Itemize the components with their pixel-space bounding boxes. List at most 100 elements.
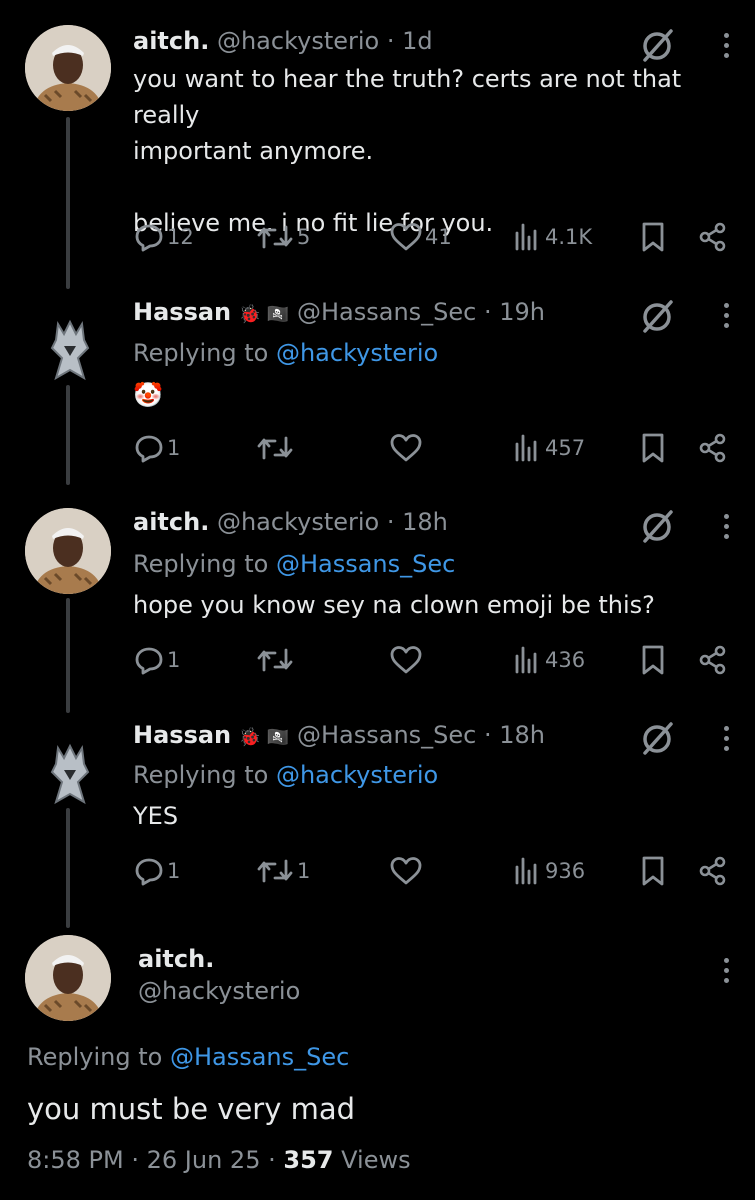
replying-label: Replying to [133, 550, 269, 578]
reply-button[interactable]: 1 [133, 853, 180, 889]
tweet-time[interactable]: · 1d [387, 27, 433, 55]
more-icon[interactable] [718, 955, 734, 983]
reply-count: 1 [167, 859, 181, 883]
bookmark-button[interactable] [639, 219, 667, 255]
avatar[interactable] [25, 25, 111, 111]
author-handle[interactable]: @Hassans_Sec [297, 721, 476, 749]
mention-link[interactable]: @Hassans_Sec [276, 550, 455, 578]
repost-button[interactable]: 5 [255, 219, 310, 255]
views-count: 457 [545, 436, 586, 460]
mention-link[interactable]: @hackysterio [276, 761, 438, 789]
author-handle[interactable]: @hackysterio [217, 508, 379, 536]
tweet-text: you want to hear the truth? certs are no… [133, 65, 682, 237]
share-icon [699, 856, 726, 886]
avatar[interactable] [44, 318, 96, 382]
views-button[interactable]: 436 [513, 642, 585, 678]
avatar[interactable] [25, 935, 111, 1021]
thread-line [66, 598, 70, 713]
reply-button[interactable]: 1 [133, 430, 180, 466]
tweet-time[interactable]: · 19h [484, 298, 545, 326]
post-time[interactable]: 8:58 PM [27, 1146, 124, 1174]
grok-icon[interactable] [640, 720, 676, 756]
author-handle[interactable]: @hackysterio [217, 27, 379, 55]
bookmark-icon [642, 645, 664, 675]
like-icon [390, 857, 422, 885]
views-button[interactable]: 936 [513, 853, 585, 889]
reply-icon [135, 647, 163, 675]
more-icon[interactable] [718, 511, 734, 539]
repost-icon [257, 436, 293, 460]
like-button[interactable]: 41 [389, 219, 452, 255]
avatar[interactable] [44, 742, 96, 806]
author-name[interactable]: Hassan [133, 721, 231, 749]
views-label: Views [341, 1146, 411, 1174]
reply-icon [135, 224, 163, 252]
views-count: 4.1K [545, 225, 593, 249]
author-handle[interactable]: @hackysterio [138, 977, 300, 1005]
more-icon[interactable] [718, 723, 734, 751]
repost-count: 5 [297, 225, 311, 249]
views-button[interactable]: 457 [513, 430, 585, 466]
like-button[interactable] [389, 642, 425, 678]
avatar[interactable] [25, 508, 111, 594]
repost-button[interactable]: 1 [255, 853, 310, 889]
bookmark-button[interactable] [639, 642, 667, 678]
author-name[interactable]: aitch. [133, 508, 209, 536]
views-icon [515, 857, 537, 885]
like-count: 41 [425, 225, 452, 249]
share-button[interactable] [697, 853, 729, 889]
mention-link[interactable]: @hackysterio [276, 339, 438, 367]
like-icon [390, 434, 422, 462]
action-bar: 1 457 [133, 430, 733, 466]
author-name[interactable]: Hassan [133, 298, 231, 326]
meta-separator: · [268, 1146, 276, 1174]
reply-count: 1 [167, 648, 181, 672]
share-icon [699, 222, 726, 252]
share-button[interactable] [697, 430, 729, 466]
reply-icon [135, 435, 163, 463]
tweet-header: Hassan 🐞 🏴‍☠️ @Hassans_Sec · 19h [133, 298, 545, 326]
share-button[interactable] [697, 642, 729, 678]
replying-to: Replying to @hackysterio [133, 339, 438, 367]
like-icon [390, 646, 422, 674]
views-count: 436 [545, 648, 586, 672]
like-button[interactable] [389, 430, 425, 466]
reply-button[interactable]: 12 [133, 219, 194, 255]
reply-button[interactable]: 1 [133, 642, 180, 678]
views-icon [515, 223, 537, 251]
views-button[interactable]: 4.1K [513, 219, 592, 255]
grok-icon[interactable] [640, 27, 676, 63]
tweet-time[interactable]: · 18h [387, 508, 448, 536]
like-icon [390, 223, 422, 251]
grok-icon[interactable] [640, 508, 676, 544]
author-handle[interactable]: @Hassans_Sec [297, 298, 476, 326]
tweet-header: aitch. @hackysterio · 18h [133, 508, 448, 536]
tweet-time[interactable]: · 18h [484, 721, 545, 749]
replying-to: Replying to @Hassans_Sec [27, 1043, 349, 1071]
mention-link[interactable]: @Hassans_Sec [170, 1043, 349, 1071]
tweet-meta: 8:58 PM · 26 Jun 25 · 357 Views [27, 1146, 411, 1174]
action-bar: 1 436 [133, 642, 733, 678]
grok-icon[interactable] [640, 298, 676, 334]
replying-to: Replying to @Hassans_Sec [133, 550, 455, 578]
author-name[interactable]: aitch. [138, 945, 214, 973]
repost-button[interactable] [255, 642, 297, 678]
name-emoji: 🐞 🏴‍☠️ [238, 304, 290, 325]
repost-button[interactable] [255, 430, 297, 466]
like-button[interactable] [389, 853, 425, 889]
bookmark-icon [642, 856, 664, 886]
share-button[interactable] [697, 219, 729, 255]
more-icon[interactable] [718, 30, 734, 58]
views-count[interactable]: 357 [283, 1146, 333, 1174]
post-date[interactable]: 26 Jun 25 [147, 1146, 261, 1174]
bookmark-button[interactable] [639, 853, 667, 889]
replying-label: Replying to [133, 339, 269, 367]
repost-icon [257, 225, 293, 249]
more-icon[interactable] [718, 300, 734, 328]
share-icon [699, 433, 726, 463]
tweet-header: aitch. @hackysterio · 1d [133, 27, 433, 55]
repost-icon [257, 648, 293, 672]
action-bar: 1 1 936 [133, 853, 733, 889]
bookmark-button[interactable] [639, 430, 667, 466]
author-name[interactable]: aitch. [133, 27, 209, 55]
